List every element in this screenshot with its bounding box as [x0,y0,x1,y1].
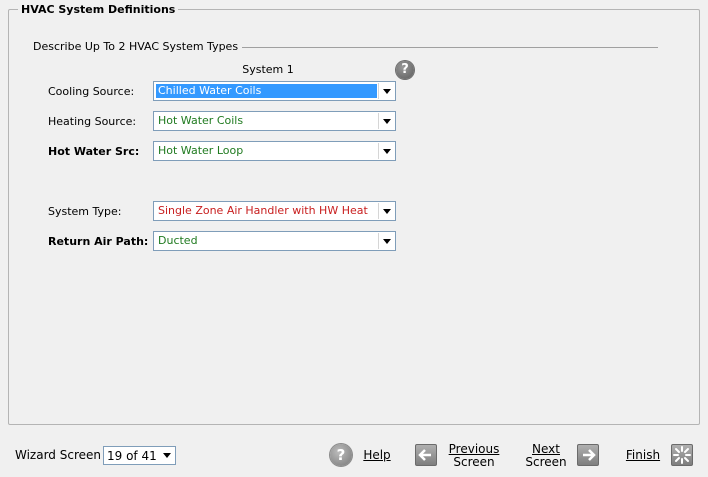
help-icon[interactable]: ? [330,444,352,466]
next-label-line1: Next [532,442,560,456]
wizard-footer: Wizard Screen 19 of 41 ? Help Previous S… [0,430,708,477]
help-button[interactable]: Help [360,449,394,462]
system-type-select[interactable]: Single Zone Air Handler with HW Heat [153,201,396,221]
chevron-down-icon[interactable] [378,143,394,159]
return-air-path-value: Ducted [158,234,198,247]
heating-source-value: Hot Water Coils [158,114,244,127]
hot-water-src-value: Hot Water Loop [158,144,244,157]
next-arrow-icon[interactable] [577,444,599,466]
cooling-source-label: Cooling Source: [48,85,135,98]
return-air-path-label: Return Air Path: [48,235,149,248]
chevron-down-icon[interactable] [159,448,174,463]
question-help-icon[interactable]: ? [396,61,414,79]
help-label: Help [363,448,391,462]
previous-screen-button[interactable]: Previous Screen [444,443,504,469]
previous-label-line2: Screen [453,455,495,469]
chevron-down-icon[interactable] [378,113,394,129]
system-1-column-header: System 1 [242,63,294,76]
hot-water-src-select[interactable]: Hot Water Loop [153,141,396,161]
return-air-path-select[interactable]: Ducted [153,231,396,251]
previous-label-line1: Previous [448,442,500,456]
hot-water-src-label: Hot Water Src: [48,145,140,158]
wizard-screen-label: Wizard Screen [15,448,101,462]
next-label-line2: Screen [525,455,567,469]
panel-title: HVAC System Definitions [18,2,179,18]
chevron-down-icon[interactable] [378,203,394,219]
system-type-label: System Type: [48,205,122,218]
wizard-screen-select[interactable]: 19 of 41 [103,446,176,465]
cooling-source-value: Chilled Water Coils [156,84,377,98]
finish-button[interactable]: Finish [623,449,663,462]
previous-arrow-icon[interactable] [415,444,437,466]
heating-source-label: Heating Source: [48,115,137,128]
heating-source-select[interactable]: Hot Water Coils [153,111,396,131]
chevron-down-icon[interactable] [378,233,394,249]
subgroup-title: Describe Up To 2 HVAC System Types [33,40,243,54]
system-type-value: Single Zone Air Handler with HW Heat [158,204,368,217]
finish-label: Finish [625,448,661,462]
wizard-screen-value: 19 of 41 [107,449,157,463]
chevron-down-icon[interactable] [378,83,394,99]
cooling-source-select[interactable]: Chilled Water Coils [153,81,396,101]
next-screen-button[interactable]: Next Screen [520,443,572,469]
finish-burst-icon[interactable] [671,444,693,466]
